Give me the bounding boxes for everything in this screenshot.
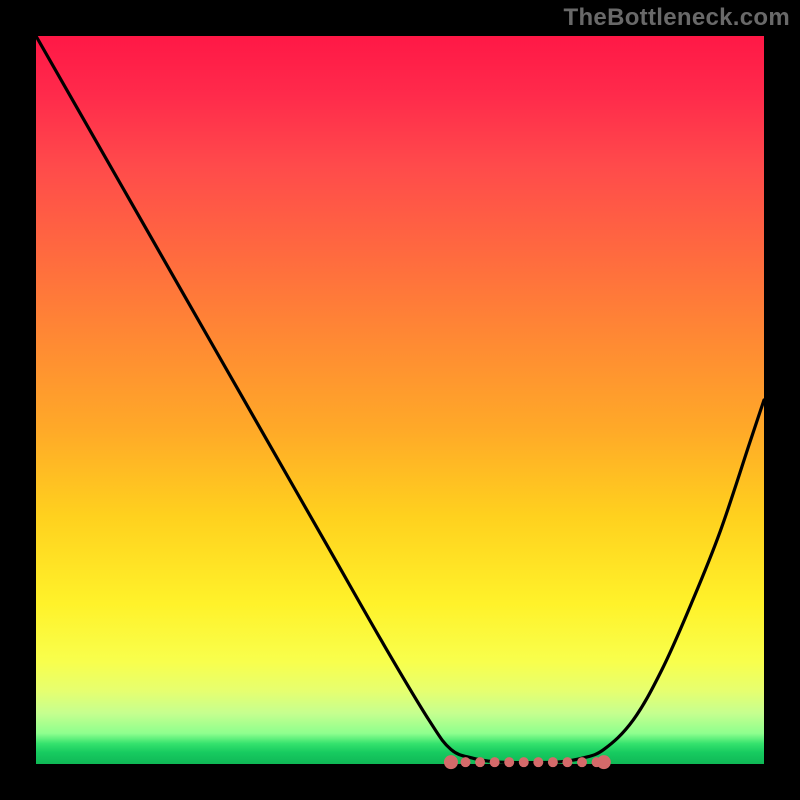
- bottleneck-curve-svg: [36, 36, 764, 764]
- flat-region-dot: [475, 757, 485, 767]
- chart-frame: TheBottleneck.com: [0, 0, 800, 800]
- flat-region-dot: [490, 757, 500, 767]
- flat-region-dot: [461, 757, 471, 767]
- flat-region-dot: [562, 757, 572, 767]
- watermark-text: TheBottleneck.com: [564, 4, 790, 32]
- flat-region-dot: [533, 757, 543, 767]
- flat-region-dot: [444, 755, 458, 769]
- flat-region-dot: [577, 757, 587, 767]
- flat-region-dot: [548, 757, 558, 767]
- flat-region-dot: [504, 757, 514, 767]
- bottleneck-curve-path: [36, 36, 764, 763]
- flat-region-dot: [597, 755, 611, 769]
- flat-region-dot: [519, 757, 529, 767]
